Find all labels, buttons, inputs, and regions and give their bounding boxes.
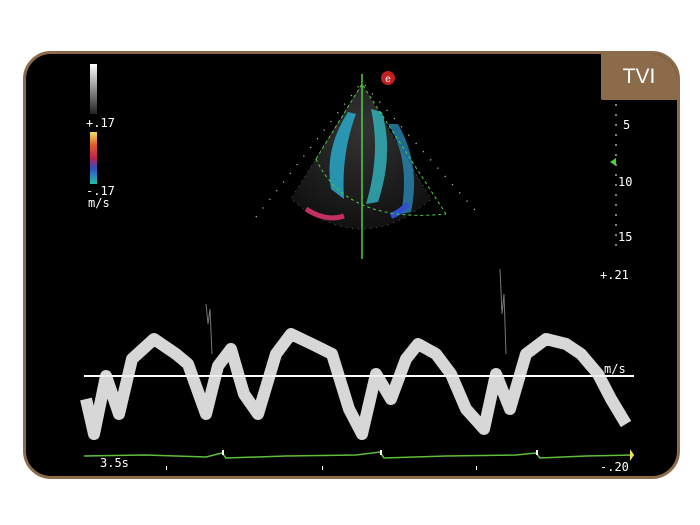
logo-letter: e bbox=[385, 74, 391, 85]
color-scale-bar bbox=[90, 132, 97, 184]
ecg-trace bbox=[83, 451, 635, 459]
velocity-scale-bottom: -.20 bbox=[600, 460, 629, 474]
depth-mark-15: 15 bbox=[618, 230, 633, 244]
ultrasound-viewport: TVI e +.17 -.17 m/s 5 10 15 +.21 m/s -.2… bbox=[23, 51, 680, 479]
doppler-spectrum bbox=[80, 268, 632, 440]
depth-mark-5: 5 bbox=[623, 118, 631, 132]
ultrasound-graphics: e bbox=[80, 64, 635, 470]
velocity-scale-top: +.21 bbox=[600, 268, 629, 282]
depth-ruler bbox=[610, 104, 617, 254]
velocity-unit: m/s bbox=[604, 362, 626, 376]
color-scale-top: +.17 bbox=[86, 116, 115, 130]
sweep-marker bbox=[630, 449, 634, 461]
color-scale-unit: m/s bbox=[88, 196, 110, 210]
sweep-time: 3.5s bbox=[100, 456, 129, 470]
depth-mark-10: 10 bbox=[618, 175, 633, 189]
grayscale-bar bbox=[90, 64, 97, 114]
echo-sector-image bbox=[255, 74, 482, 259]
